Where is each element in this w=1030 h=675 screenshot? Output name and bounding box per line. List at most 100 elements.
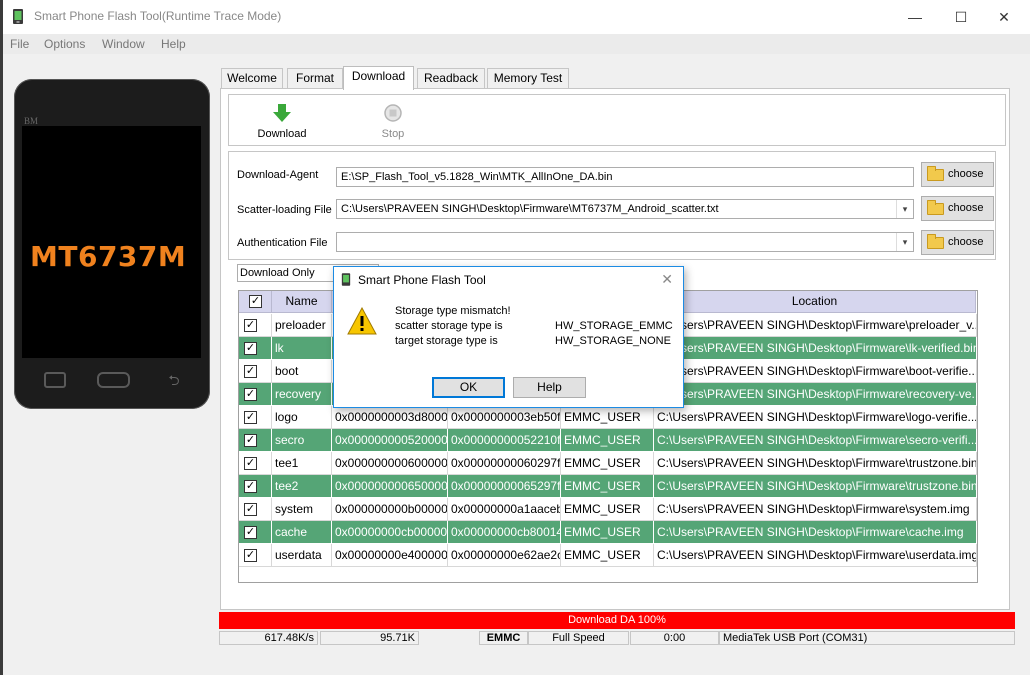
row-checkbox-cell: ✓ (239, 521, 272, 544)
column-header-name[interactable]: Name (272, 291, 332, 313)
checkbox-checked-icon[interactable]: ✓ (249, 295, 262, 308)
tab-readback[interactable]: Readback (417, 68, 485, 88)
checkbox-checked-icon[interactable]: ✓ (244, 365, 257, 378)
dialog-scatter-value: HW_STORAGE_EMMC (555, 320, 673, 332)
checkbox-checked-icon[interactable]: ✓ (244, 480, 257, 493)
cell-name: cache (272, 521, 332, 544)
ok-button[interactable]: OK (432, 377, 505, 398)
stop-icon (384, 104, 402, 122)
app-icon (341, 273, 351, 286)
toolbar (228, 94, 1006, 146)
chevron-down-icon[interactable]: ▾ (896, 200, 913, 218)
phone-model-label: MT6737M (30, 240, 187, 273)
stop-button[interactable]: Stop (368, 103, 418, 140)
scatter-file-value: C:\Users\PRAVEEN SINGH\Desktop\Firmware\… (341, 203, 719, 215)
phone-brand: BM (24, 116, 39, 126)
cell-location: C:\Users\PRAVEEN SINGH\Desktop\Firmware\… (654, 314, 977, 337)
dialog-close-button[interactable]: ✕ (661, 271, 673, 288)
dialog-target-label: target storage type is (395, 335, 498, 347)
cell-region: EMMC_USER (561, 406, 654, 429)
dialog-body: Storage type mismatch! scatter storage t… (334, 293, 683, 407)
cell-location: C:\Users\PRAVEEN SINGH\Desktop\Firmware\… (654, 406, 977, 429)
window-title: Smart Phone Flash Tool(Runtime Trace Mod… (34, 9, 282, 23)
menu-bar: File Options Window Help (3, 34, 1030, 54)
download-arrow-icon (273, 104, 291, 122)
table-row[interactable]: ✓ cache 0x00000000cb000000 0x00000000cb8001… (239, 521, 977, 544)
tab-welcome[interactable]: Welcome (221, 68, 283, 88)
tab-download[interactable]: Download (343, 66, 414, 90)
download-agent-field[interactable]: E:\SP_Flash_Tool_v5.1828_Win\MTK_AllInOn… (336, 167, 914, 187)
row-checkbox-cell: ✓ (239, 475, 272, 498)
checkbox-checked-icon[interactable]: ✓ (244, 411, 257, 424)
tab-memory-test[interactable]: Memory Test (487, 68, 569, 88)
cell-location: C:\Users\PRAVEEN SINGH\Desktop\Firmware\… (654, 337, 977, 360)
cell-location: C:\Users\PRAVEEN SINGH\Desktop\Firmware\… (654, 383, 977, 406)
checkbox-checked-icon[interactable]: ✓ (244, 319, 257, 332)
dialog-message-line1: Storage type mismatch! (395, 305, 511, 317)
status-time: 0:00 (630, 631, 719, 645)
cell-name: lk (272, 337, 332, 360)
chevron-down-icon[interactable]: ▾ (896, 233, 913, 251)
dialog-scatter-label: scatter storage type is (395, 320, 503, 332)
dialog-title-bar[interactable]: Smart Phone Flash Tool ✕ (334, 267, 683, 293)
cell-location: C:\Users\PRAVEEN SINGH\Desktop\Firmware\… (654, 544, 977, 567)
cell-end: 0x0000000003eb50ff (448, 406, 561, 429)
row-checkbox-cell: ✓ (239, 360, 272, 383)
choose-label: choose (948, 202, 984, 214)
choose-agent-button[interactable]: choose (921, 162, 994, 187)
table-row[interactable]: ✓ userdata 0x00000000e4000000 0x00000000e62… (239, 544, 977, 567)
download-button[interactable]: Download (252, 103, 312, 140)
table-row[interactable]: ✓ tee2 0x0000000006500000 0x00000000065297f… (239, 475, 977, 498)
checkbox-checked-icon[interactable]: ✓ (244, 526, 257, 539)
menu-file[interactable]: File (10, 37, 29, 51)
home-key-icon (97, 372, 130, 388)
help-button[interactable]: Help (513, 377, 586, 398)
cell-end: 0x00000000060297ff (448, 452, 561, 475)
cell-location: C:\Users\PRAVEEN SINGH\Desktop\Firmware\… (654, 452, 977, 475)
table-row[interactable]: ✓ secro 0x0000000005200000 0x00000000052210… (239, 429, 977, 452)
column-header-location[interactable]: Location (654, 291, 976, 313)
minimize-button[interactable]: — (892, 6, 938, 28)
authentication-file-combobox[interactable]: ▾ (336, 232, 914, 252)
cell-region: EMMC_USER (561, 475, 654, 498)
checkbox-checked-icon[interactable]: ✓ (244, 434, 257, 447)
cell-name: tee1 (272, 452, 332, 475)
dialog-title: Smart Phone Flash Tool (358, 273, 486, 287)
cell-end: 0x00000000a1aaceb3 (448, 498, 561, 521)
cell-begin: 0x00000000e4000000 (332, 544, 448, 567)
cell-begin: 0x0000000003d80000 (332, 406, 448, 429)
choose-auth-button[interactable]: choose (921, 230, 994, 255)
warning-icon (347, 307, 377, 335)
table-row[interactable]: ✓ system 0x000000000b000000 0x00000000a1aac… (239, 498, 977, 521)
scatter-file-combobox[interactable]: C:\Users\PRAVEEN SINGH\Desktop\Firmware\… (336, 199, 914, 219)
checkbox-checked-icon[interactable]: ✓ (244, 388, 257, 401)
menu-window[interactable]: Window (102, 37, 145, 51)
cell-begin: 0x0000000005200000 (332, 429, 448, 452)
choose-scatter-button[interactable]: choose (921, 196, 994, 221)
select-all-header[interactable]: ✓ (239, 291, 272, 313)
folder-icon (927, 200, 944, 215)
checkbox-checked-icon[interactable]: ✓ (244, 457, 257, 470)
checkbox-checked-icon[interactable]: ✓ (244, 549, 257, 562)
menu-help[interactable]: Help (161, 37, 186, 51)
cell-name: boot (272, 360, 332, 383)
choose-label: choose (948, 236, 984, 248)
menu-options[interactable]: Options (44, 37, 85, 51)
maximize-button[interactable]: ☐ (938, 6, 984, 28)
close-button[interactable]: ✕ (981, 6, 1027, 28)
cell-region: EMMC_USER (561, 452, 654, 475)
table-row[interactable]: ✓ logo 0x0000000003d80000 0x0000000003eb50f… (239, 406, 977, 429)
tab-format[interactable]: Format (287, 68, 343, 88)
checkbox-checked-icon[interactable]: ✓ (244, 503, 257, 516)
row-checkbox-cell: ✓ (239, 452, 272, 475)
cell-begin: 0x00000000cb000000 (332, 521, 448, 544)
table-row[interactable]: ✓ tee1 0x0000000006000000 0x00000000060297f… (239, 452, 977, 475)
cell-end: 0x00000000e62ae2c7 (448, 544, 561, 567)
cell-end: 0x00000000065297ff (448, 475, 561, 498)
row-checkbox-cell: ✓ (239, 337, 272, 360)
checkbox-checked-icon[interactable]: ✓ (244, 342, 257, 355)
title-bar[interactable]: Smart Phone Flash Tool(Runtime Trace Mod… (3, 0, 1030, 34)
cell-begin: 0x0000000006500000 (332, 475, 448, 498)
cell-name: userdata (272, 544, 332, 567)
dialog-target-value: HW_STORAGE_NONE (555, 335, 671, 347)
